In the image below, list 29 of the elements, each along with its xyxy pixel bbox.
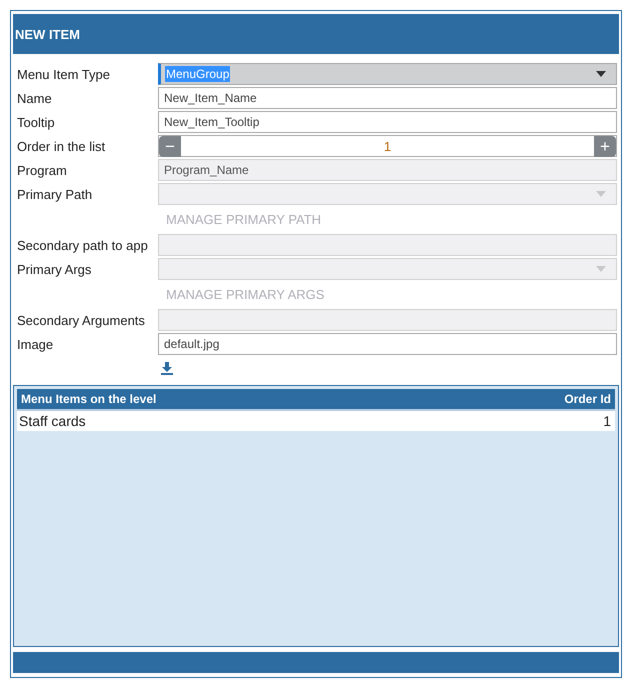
input-field[interactable]: New_Item_Name bbox=[158, 87, 617, 109]
download-icon[interactable] bbox=[161, 362, 173, 374]
number-value: 1 bbox=[382, 138, 392, 154]
selected-value: MenuGroup bbox=[165, 66, 230, 82]
input-field[interactable]: New_Item_Tooltip bbox=[158, 111, 617, 133]
decrement-button[interactable]: − bbox=[159, 136, 181, 156]
input-field[interactable]: default.jpg bbox=[158, 333, 617, 355]
field-label: Program bbox=[17, 162, 67, 178]
field-label: Order in the list bbox=[17, 138, 106, 154]
field-label: Image bbox=[17, 336, 54, 352]
number-field[interactable]: − 1 + bbox=[158, 135, 617, 157]
increment-button[interactable]: + bbox=[594, 136, 616, 156]
table-cell: Staff cards bbox=[19, 413, 86, 429]
field-label: Primary Path bbox=[17, 186, 92, 202]
caret-icon bbox=[596, 266, 606, 272]
field-label: Primary Args bbox=[17, 262, 92, 276]
column-header: Menu Items on the level bbox=[21, 392, 156, 406]
field-label: Tooltip bbox=[17, 114, 55, 130]
column-header: Order Id bbox=[564, 392, 611, 406]
field-label: Menu Item Type bbox=[17, 66, 110, 82]
field-label: Secondary Arguments bbox=[17, 312, 145, 328]
dialog-title: NEW ITEM bbox=[15, 26, 80, 42]
field-label: Name bbox=[17, 90, 52, 106]
field-label: Secondary path to app bbox=[17, 238, 148, 252]
caret-icon bbox=[596, 71, 606, 77]
table-cell: 1 bbox=[603, 413, 611, 429]
table-row[interactable]: Staff cards 1 bbox=[17, 411, 615, 431]
caret-icon bbox=[596, 191, 606, 197]
dropdown-field[interactable]: MenuGroup bbox=[158, 63, 617, 85]
